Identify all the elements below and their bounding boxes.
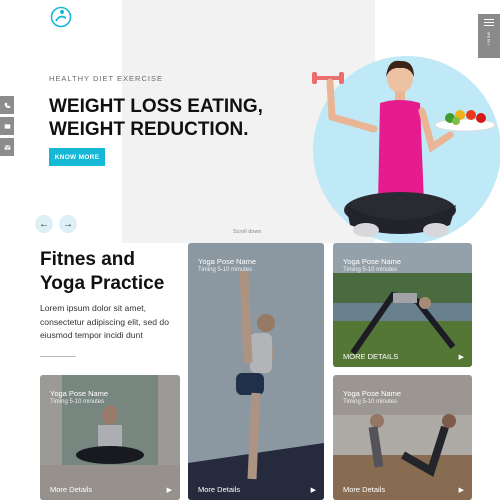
message-icon[interactable] xyxy=(0,117,14,135)
card-more-details-link[interactable]: More Details xyxy=(343,485,385,494)
section-divider xyxy=(40,356,76,357)
hero-kicker: HEALTHY DIET EXERCISE xyxy=(49,74,163,83)
chevron-right-icon[interactable]: ▶ xyxy=(459,486,464,494)
phone-icon[interactable] xyxy=(0,96,14,114)
social-sidebar xyxy=(0,96,14,159)
card-pose-name: Yoga Pose Name xyxy=(50,389,109,398)
hero-headline-line2: WEIGHT REDUCTION. xyxy=(49,119,249,140)
section-title-line2: Yoga Practice xyxy=(40,273,165,294)
chevron-right-icon[interactable]: ▶ xyxy=(459,353,464,361)
card-timing: Timing 5-10 minutes xyxy=(343,267,398,273)
card-more-details-link[interactable]: More Details xyxy=(50,485,92,494)
yoga-card-bottom-right[interactable]: Yoga Pose Name Timing 5-10 minutes More … xyxy=(333,375,472,500)
mail-icon[interactable] xyxy=(0,138,14,156)
card-pose-name: Yoga Pose Name xyxy=(343,257,402,266)
menu-button[interactable]: MENU xyxy=(478,14,500,58)
card-timing: Timing 5-10 minutes xyxy=(343,399,398,405)
card-timing: Timing 5-10 minutes xyxy=(50,399,105,405)
section-title-line1: Fitnes and xyxy=(40,249,136,270)
card-more-details-link[interactable]: More Details xyxy=(198,485,240,494)
card-more-details-link[interactable]: MORE DETAILS xyxy=(343,352,398,361)
next-arrow-button[interactable]: → xyxy=(59,215,77,233)
arrow-right-icon: → xyxy=(63,218,73,230)
prev-arrow-button[interactable]: ← xyxy=(35,215,53,233)
card-pose-name: Yoga Pose Name xyxy=(198,257,257,266)
yoga-card-top-right[interactable]: Yoga Pose Name Timing 5-10 minutes MORE … xyxy=(333,243,472,367)
arrow-left-icon: ← xyxy=(39,218,49,230)
section-title: Fitnes and Yoga Practice xyxy=(40,248,164,296)
chevron-right-icon[interactable]: ▶ xyxy=(167,486,172,494)
hero-woman-image xyxy=(312,60,496,237)
section-body: Lorem ipsum dolor sit amet, consectetur … xyxy=(40,303,169,340)
hero-headline: WEIGHT LOSS EATING, WEIGHT REDUCTION. xyxy=(49,95,263,141)
yoga-card-tall[interactable]: Yoga Pose Name Timing 5-10 minutes More … xyxy=(188,243,324,500)
yoga-figure-logo-icon[interactable] xyxy=(50,6,72,28)
hamburger-icon xyxy=(484,19,494,20)
menu-label: MENU xyxy=(486,32,492,45)
yoga-card-bottom-left[interactable]: Yoga Pose Name Timing 5-10 minutes More … xyxy=(40,375,180,500)
card-pose-name: Yoga Pose Name xyxy=(343,389,402,398)
chevron-right-icon[interactable]: ▶ xyxy=(311,486,316,494)
know-more-button[interactable]: KNOW MORE xyxy=(49,148,105,166)
hero-headline-line1: WEIGHT LOSS EATING, xyxy=(49,96,263,117)
scroll-down-label[interactable]: Scroll down xyxy=(233,229,261,235)
card-timing: Timing 5-10 minutes xyxy=(198,267,253,273)
